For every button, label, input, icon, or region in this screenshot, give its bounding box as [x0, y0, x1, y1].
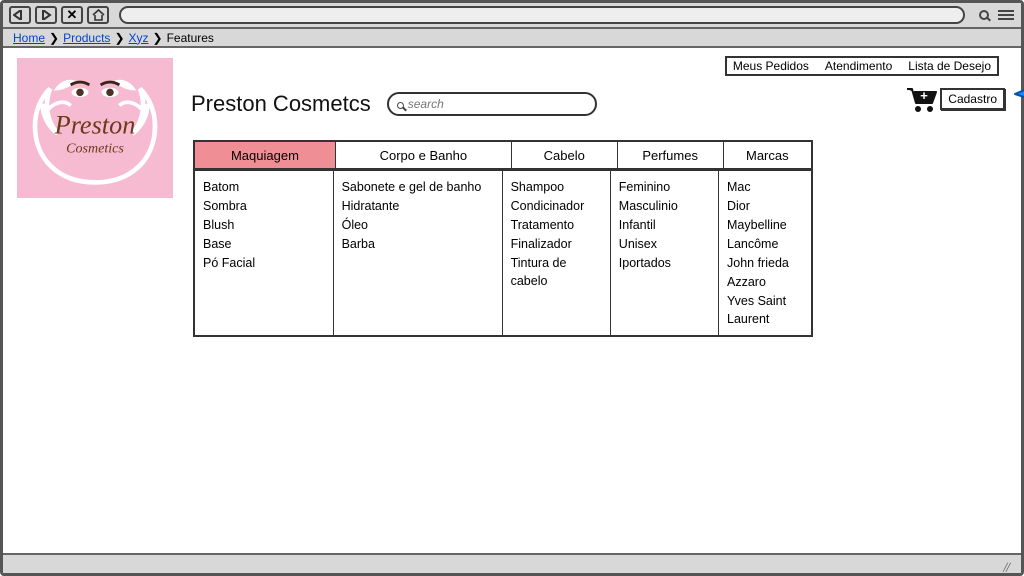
menu-item[interactable]: Iportados: [619, 254, 710, 272]
resize-grip-icon[interactable]: [1003, 558, 1015, 570]
menu-item[interactable]: Azzaro: [727, 273, 803, 291]
support-link[interactable]: Atendimento: [825, 59, 892, 73]
annotation-arrow-icon: [1007, 70, 1024, 117]
menu-item[interactable]: Hidratante: [342, 197, 494, 215]
menu-item[interactable]: Infantil: [619, 216, 710, 234]
menu-item[interactable]: Dior: [727, 197, 803, 215]
menu-item[interactable]: Batom: [203, 178, 325, 196]
tab-corpo-e-banho[interactable]: Corpo e Banho: [336, 142, 512, 168]
url-bar[interactable]: [119, 6, 965, 24]
menu-item[interactable]: Unisex: [619, 235, 710, 253]
menu-item[interactable]: Lancôme: [727, 235, 803, 253]
search-icon[interactable]: [975, 6, 993, 24]
breadcrumb-current: Features: [167, 31, 214, 45]
cart-icon[interactable]: +: [905, 86, 939, 117]
column-maquiagem: BatomSombraBlushBasePó Facial: [195, 171, 334, 335]
menu-item[interactable]: Pó Facial: [203, 254, 325, 272]
column-marcas: MacDiorMaybellineLancômeJohn friedaAzzar…: [719, 171, 811, 335]
back-button[interactable]: [9, 6, 31, 24]
breadcrumb-products[interactable]: Products: [63, 31, 110, 45]
menu-item[interactable]: Sombra: [203, 197, 325, 215]
menu-item[interactable]: Tintura de cabelo: [511, 254, 602, 290]
breadcrumb: Home ❯ Products ❯ Xyz ❯ Features: [3, 29, 1021, 48]
breadcrumb-xyz[interactable]: Xyz: [129, 31, 149, 45]
column-perfumes: FemininoMasculinioInfantilUnisexIportado…: [611, 171, 719, 335]
browser-status-bar: [3, 553, 1021, 573]
chevron-right-icon: ❯: [153, 31, 163, 45]
category-tabs: Maquiagem Corpo e Banho Cabelo Perfumes …: [193, 140, 813, 170]
menu-item[interactable]: Tratamento: [511, 216, 602, 234]
menu-item[interactable]: Feminino: [619, 178, 710, 196]
menu-item[interactable]: Óleo: [342, 216, 494, 234]
menu-item[interactable]: Base: [203, 235, 325, 253]
menu-item[interactable]: Maybelline: [727, 216, 803, 234]
brand-logo[interactable]: Preston Cosmetics: [17, 58, 173, 198]
browser-toolbar: ✕: [3, 3, 1021, 29]
wishlist-link[interactable]: Lista de Desejo: [908, 59, 991, 73]
page-content: Meus Pedidos Atendimento Lista de Desejo…: [3, 48, 1021, 533]
column-corpo: Sabonete e gel de banhoHidratanteÓleoBar…: [334, 171, 503, 335]
column-cabelo: ShampooCondicinadorTratamentoFinalizador…: [503, 171, 611, 335]
tab-perfumes[interactable]: Perfumes: [618, 142, 724, 168]
search-input[interactable]: [408, 97, 587, 111]
tab-marcas[interactable]: Marcas: [724, 142, 811, 168]
chevron-right-icon: ❯: [114, 31, 124, 45]
menu-item[interactable]: Finalizador: [511, 235, 602, 253]
tab-cabelo[interactable]: Cabelo: [512, 142, 618, 168]
menu-item[interactable]: Yves Saint Laurent: [727, 292, 803, 328]
breadcrumb-home[interactable]: Home: [13, 31, 45, 45]
forward-button[interactable]: [35, 6, 57, 24]
my-orders-link[interactable]: Meus Pedidos: [733, 59, 809, 73]
menu-item[interactable]: Mac: [727, 178, 803, 196]
menu-item[interactable]: Sabonete e gel de banho: [342, 178, 494, 196]
menu-item[interactable]: Masculinio: [619, 197, 710, 215]
browser-window: ✕ Home ❯ Products ❯ Xyz ❯ Features Meus …: [0, 0, 1024, 576]
home-button[interactable]: [87, 6, 109, 24]
menu-item[interactable]: Blush: [203, 216, 325, 234]
tab-maquiagem[interactable]: Maquiagem: [195, 142, 336, 168]
register-button[interactable]: Cadastro: [940, 88, 1005, 110]
svg-text:Cosmetics: Cosmetics: [66, 140, 124, 156]
svg-text:+: +: [920, 88, 928, 103]
page-title: Preston Cosmetcs: [191, 91, 371, 117]
close-button[interactable]: ✕: [61, 6, 83, 24]
search-icon: [397, 97, 404, 112]
chevron-right-icon: ❯: [49, 31, 59, 45]
svg-text:Preston: Preston: [54, 111, 136, 140]
top-links-bar: Meus Pedidos Atendimento Lista de Desejo: [725, 56, 999, 76]
menu-item[interactable]: Condicinador: [511, 197, 602, 215]
menu-item[interactable]: Shampoo: [511, 178, 602, 196]
menu-item[interactable]: John frieda: [727, 254, 803, 272]
menu-item[interactable]: Barba: [342, 235, 494, 253]
mega-menu-panel: BatomSombraBlushBasePó Facial Sabonete e…: [193, 170, 813, 337]
search-box[interactable]: [387, 92, 597, 116]
menu-icon[interactable]: [997, 6, 1015, 24]
